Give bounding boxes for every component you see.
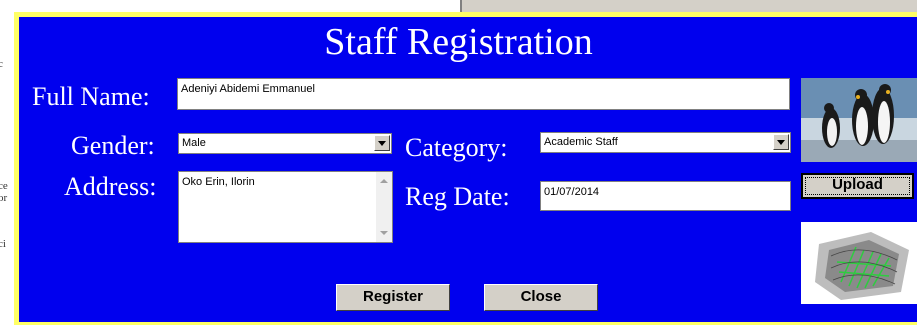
background-text: or [0,192,8,204]
address-label: Address: [64,172,157,201]
fingerprint-image [801,222,917,304]
full-name-label: Full Name: [32,82,150,111]
gender-select-value: Male [182,137,206,149]
background-text: ce [0,180,8,192]
reg-date-input[interactable]: 01/07/2014 [540,181,791,211]
gender-label: Gender: [71,131,155,160]
scroll-up-icon[interactable] [380,179,388,183]
category-select-value: Academic Staff [544,136,618,148]
background-text: ci [0,238,6,250]
staff-photo [801,78,917,162]
category-label: Category: [405,133,508,162]
upload-button[interactable]: Upload [801,173,914,199]
scroll-down-icon[interactable] [380,231,388,235]
chevron-down-icon[interactable] [374,135,390,151]
full-name-input[interactable]: Adeniyi Abidemi Emmanuel [177,78,790,110]
chevron-down-icon[interactable] [773,134,789,150]
background-window-edge [460,0,917,12]
address-textarea[interactable]: Oko Erin, Ilorin [178,171,393,243]
address-scrollbar[interactable] [376,172,392,242]
category-select[interactable]: Academic Staff [540,132,791,153]
register-button[interactable]: Register [336,284,450,311]
page-title: Staff Registration [324,21,593,63]
close-button[interactable]: Close [484,284,598,311]
gender-select[interactable]: Male [178,133,392,154]
fingerprint-icon [815,232,909,300]
penguins-photo-icon [801,78,917,162]
reg-date-label: Reg Date: [405,182,510,211]
address-value: Oko Erin, Ilorin [182,176,255,188]
